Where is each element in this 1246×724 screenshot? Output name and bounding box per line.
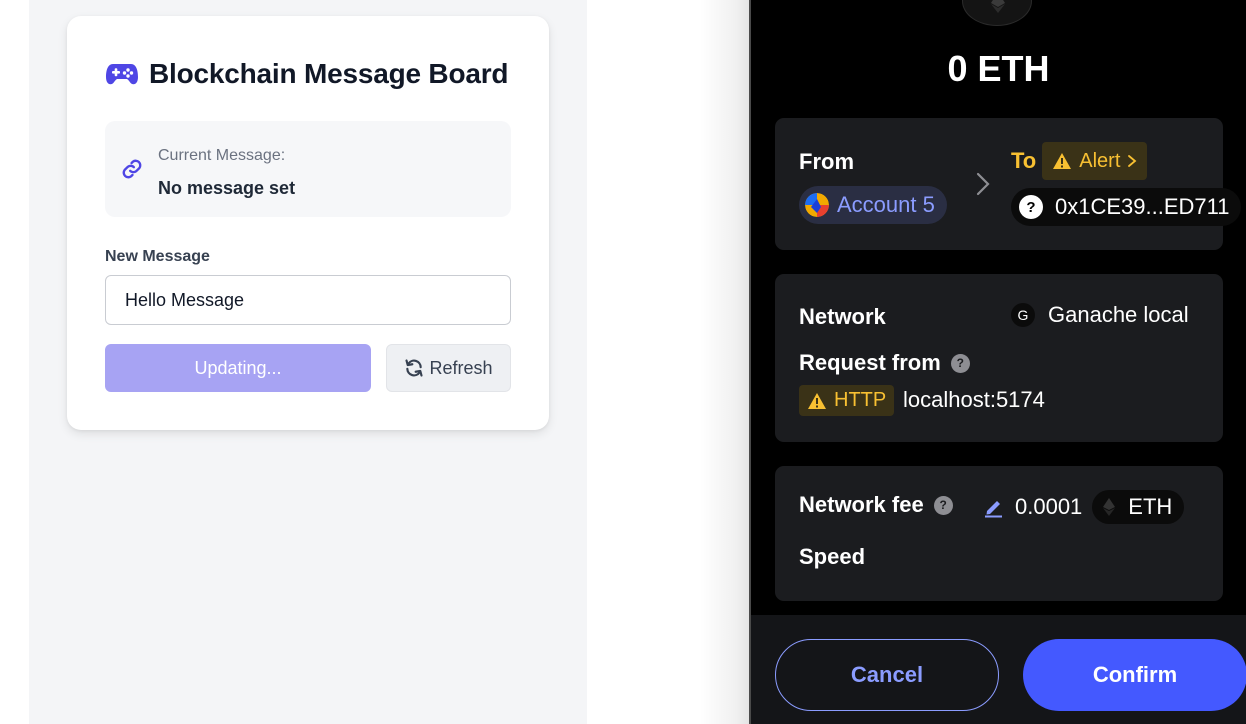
- http-warning-badge[interactable]: HTTP: [799, 385, 895, 416]
- fee-panel: Network fee ? 0.0001 ETH Speed: [775, 466, 1223, 601]
- chevron-right-icon: [976, 172, 990, 196]
- network-icon: G: [1011, 303, 1035, 327]
- confirm-button[interactable]: Confirm: [1023, 639, 1246, 711]
- update-message-button[interactable]: Updating...: [105, 344, 371, 392]
- account-name: Account 5: [837, 192, 935, 217]
- new-message-label: New Message: [105, 248, 210, 265]
- help-icon[interactable]: ?: [950, 353, 970, 373]
- from-to-panel: From Account 5 To Alert ? 0x1CE39...ED71…: [775, 118, 1241, 250]
- chevron-right-small-icon: [1128, 155, 1137, 167]
- wallet-confirmation-popup: 0 ETH From Account 5 To Alert ? 0x1CE39.…: [751, 0, 1246, 724]
- ethereum-icon: [991, 0, 1005, 13]
- network-fee-value: 0.0001: [1015, 494, 1083, 519]
- network-label: Network: [799, 304, 886, 329]
- edit-pencil-icon[interactable]: [983, 496, 1005, 518]
- request-from-label: Request from: [799, 350, 941, 375]
- request-from-row: Request from ?: [799, 350, 970, 376]
- refresh-button-label: Refresh: [429, 357, 493, 378]
- current-message-value: No message set: [158, 178, 296, 198]
- network-fee-row: Network fee ?: [799, 492, 953, 518]
- network-value: Ganache local: [1048, 302, 1189, 327]
- refresh-icon: [405, 359, 424, 377]
- current-message-label: Current Message:: [158, 147, 286, 164]
- warning-icon: [808, 392, 826, 409]
- request-origin: localhost:5174: [903, 387, 1045, 412]
- page-gutter: [0, 0, 29, 724]
- from-label: From: [799, 149, 854, 174]
- warning-icon: [1053, 153, 1072, 169]
- current-message-box: Current Message: No message set: [105, 121, 511, 217]
- alert-label: Alert: [1079, 149, 1121, 172]
- to-label: To: [1011, 148, 1037, 173]
- network-value-row: G Ganache local: [1011, 302, 1189, 328]
- from-account-pill[interactable]: Account 5: [799, 186, 947, 224]
- network-fee-label: Network fee: [799, 492, 924, 517]
- fee-currency: ETH: [1128, 494, 1173, 519]
- network-panel: Network G Ganache local Request from ? H…: [775, 274, 1223, 442]
- wallet-shadow: [700, 0, 752, 724]
- ethereum-logo: [962, 0, 1032, 26]
- transaction-amount: 0 ETH: [947, 48, 1050, 89]
- wallet-footer: Cancel Confirm: [751, 615, 1246, 724]
- protocol-badge-label: HTTP: [834, 389, 887, 411]
- to-address-pill[interactable]: ? 0x1CE39...ED711: [1011, 188, 1241, 226]
- message-board-card: Blockchain Message Board Current Message…: [67, 16, 549, 430]
- link-icon: [122, 159, 142, 179]
- refresh-button[interactable]: Refresh: [386, 344, 511, 392]
- fee-currency-chip: ETH: [1092, 490, 1185, 524]
- gamepad-icon: [106, 64, 138, 85]
- account-avatar-icon: [805, 193, 829, 217]
- ethereum-icon: [1103, 498, 1116, 516]
- unknown-address-icon: ?: [1019, 195, 1043, 219]
- new-message-input[interactable]: [105, 275, 511, 325]
- help-icon[interactable]: ?: [933, 495, 953, 515]
- to-row: To Alert: [1011, 142, 1148, 180]
- card-header: Blockchain Message Board: [105, 58, 509, 90]
- speed-label: Speed: [799, 544, 866, 569]
- network-fee-value-row: 0.0001 ETH: [983, 490, 1185, 524]
- alert-badge[interactable]: Alert: [1042, 142, 1148, 180]
- page-title: Blockchain Message Board: [149, 58, 509, 89]
- cancel-button[interactable]: Cancel: [775, 639, 999, 711]
- to-address: 0x1CE39...ED711: [1055, 194, 1230, 219]
